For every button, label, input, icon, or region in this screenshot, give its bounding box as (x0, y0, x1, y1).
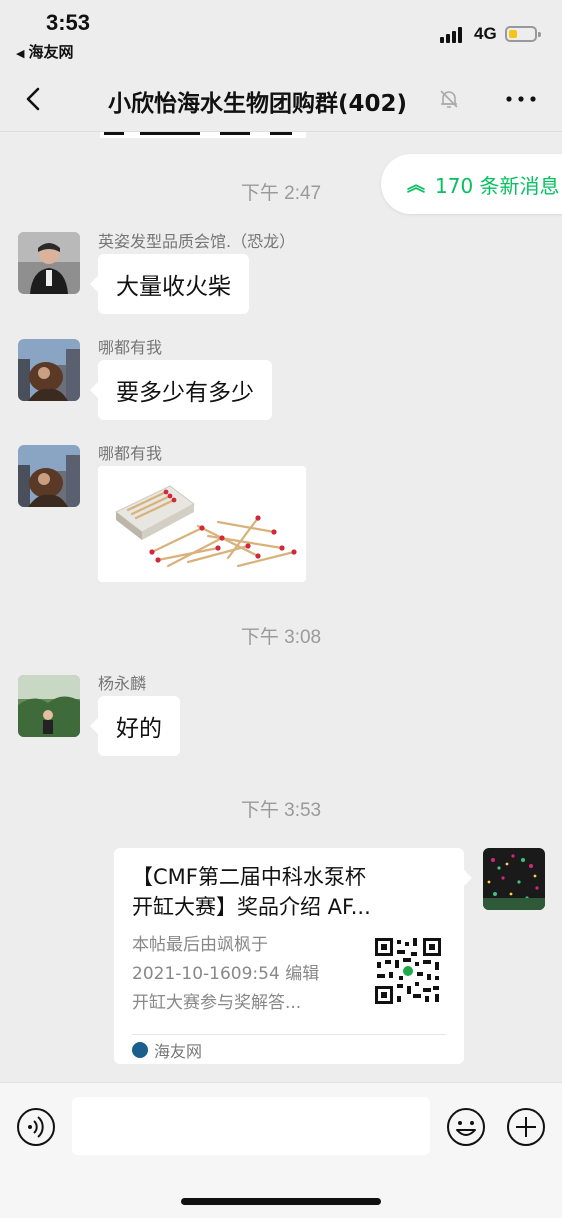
back-triangle-icon: ◀ (16, 47, 25, 60)
link-card-title-line: 开缸大赛】奖品介绍 AF... (132, 895, 371, 919)
previous-message-fragment (100, 132, 306, 138)
link-card-desc-line: 开缸大赛参与奖解答... (132, 993, 302, 1013)
link-card-title-line: 【CMF第二届中科水泵杯 (132, 865, 366, 889)
voice-input-icon[interactable] (16, 1107, 56, 1147)
avatar[interactable] (18, 445, 80, 507)
back-app-label: 海友网 (28, 43, 74, 61)
message-bubble[interactable]: 大量收火柴 (90, 254, 249, 314)
back-to-app-link[interactable]: ◀ 海友网 (16, 41, 73, 62)
timestamp: 下午 2:47 (240, 183, 322, 204)
signal-icon (440, 27, 468, 43)
self-avatar[interactable] (483, 848, 545, 910)
chat-history[interactable]: ︽ 170 条新消息 下午 2:47 英姿发型品质会馆.（恐龙） 大量收火柴 哪… (0, 132, 562, 1082)
more-options-icon[interactable] (504, 88, 538, 110)
chat-header: 小欣怡海水生物团购群(402) (0, 66, 562, 132)
home-indicator[interactable] (181, 1198, 381, 1205)
link-card-desc-line: 2021-10-1609:54 编辑 (132, 964, 320, 984)
plus-more-icon[interactable] (506, 1107, 546, 1147)
link-card-description: 本帖最后由飒枫于 2021-10-1609:54 编辑 开缸大赛参与奖解答... (132, 931, 347, 1018)
link-card-message[interactable]: 【CMF第二届中科水泵杯 开缸大赛】奖品介绍 AF... 本帖最后由飒枫于 20… (114, 848, 472, 1064)
status-time: 3:53 (46, 10, 91, 35)
sender-name: 哪都有我 (98, 444, 163, 463)
avatar[interactable] (18, 339, 80, 401)
message-bubble[interactable]: 要多少有多少 (90, 360, 272, 420)
qr-code-thumbnail (373, 936, 443, 1006)
sender-name: 哪都有我 (98, 338, 163, 357)
image-message-matches[interactable] (98, 466, 306, 582)
timestamp: 下午 3:08 (240, 627, 322, 648)
sender-name: 英姿发型品质会馆.（恐龙） (98, 232, 296, 251)
avatar[interactable] (18, 675, 80, 737)
message-input[interactable] (72, 1097, 430, 1155)
chat-title: 小欣怡海水生物团购群(402) (108, 91, 408, 117)
mute-bell-icon (440, 90, 458, 108)
link-card-desc-line: 本帖最后由飒枫于 (132, 935, 268, 955)
timestamp: 下午 3:53 (240, 800, 322, 821)
source-logo-icon (132, 1042, 148, 1058)
battery-icon (505, 26, 541, 42)
message-bubble[interactable]: 好的 (90, 696, 180, 756)
sender-name: 杨永麟 (98, 674, 147, 693)
back-chevron-icon[interactable] (22, 85, 50, 113)
status-bar: 3:53 ◀ 海友网 4G (0, 0, 562, 66)
avatar[interactable] (18, 232, 80, 294)
link-card-title: 【CMF第二届中科水泵杯 开缸大赛】奖品介绍 AF... (132, 862, 442, 922)
network-type: 4G (474, 24, 497, 43)
emoji-icon[interactable] (446, 1107, 486, 1147)
link-card-divider (132, 1034, 446, 1035)
link-card-source-name: 海友网 (154, 1042, 203, 1061)
link-card-source: 海友网 (132, 1038, 202, 1062)
